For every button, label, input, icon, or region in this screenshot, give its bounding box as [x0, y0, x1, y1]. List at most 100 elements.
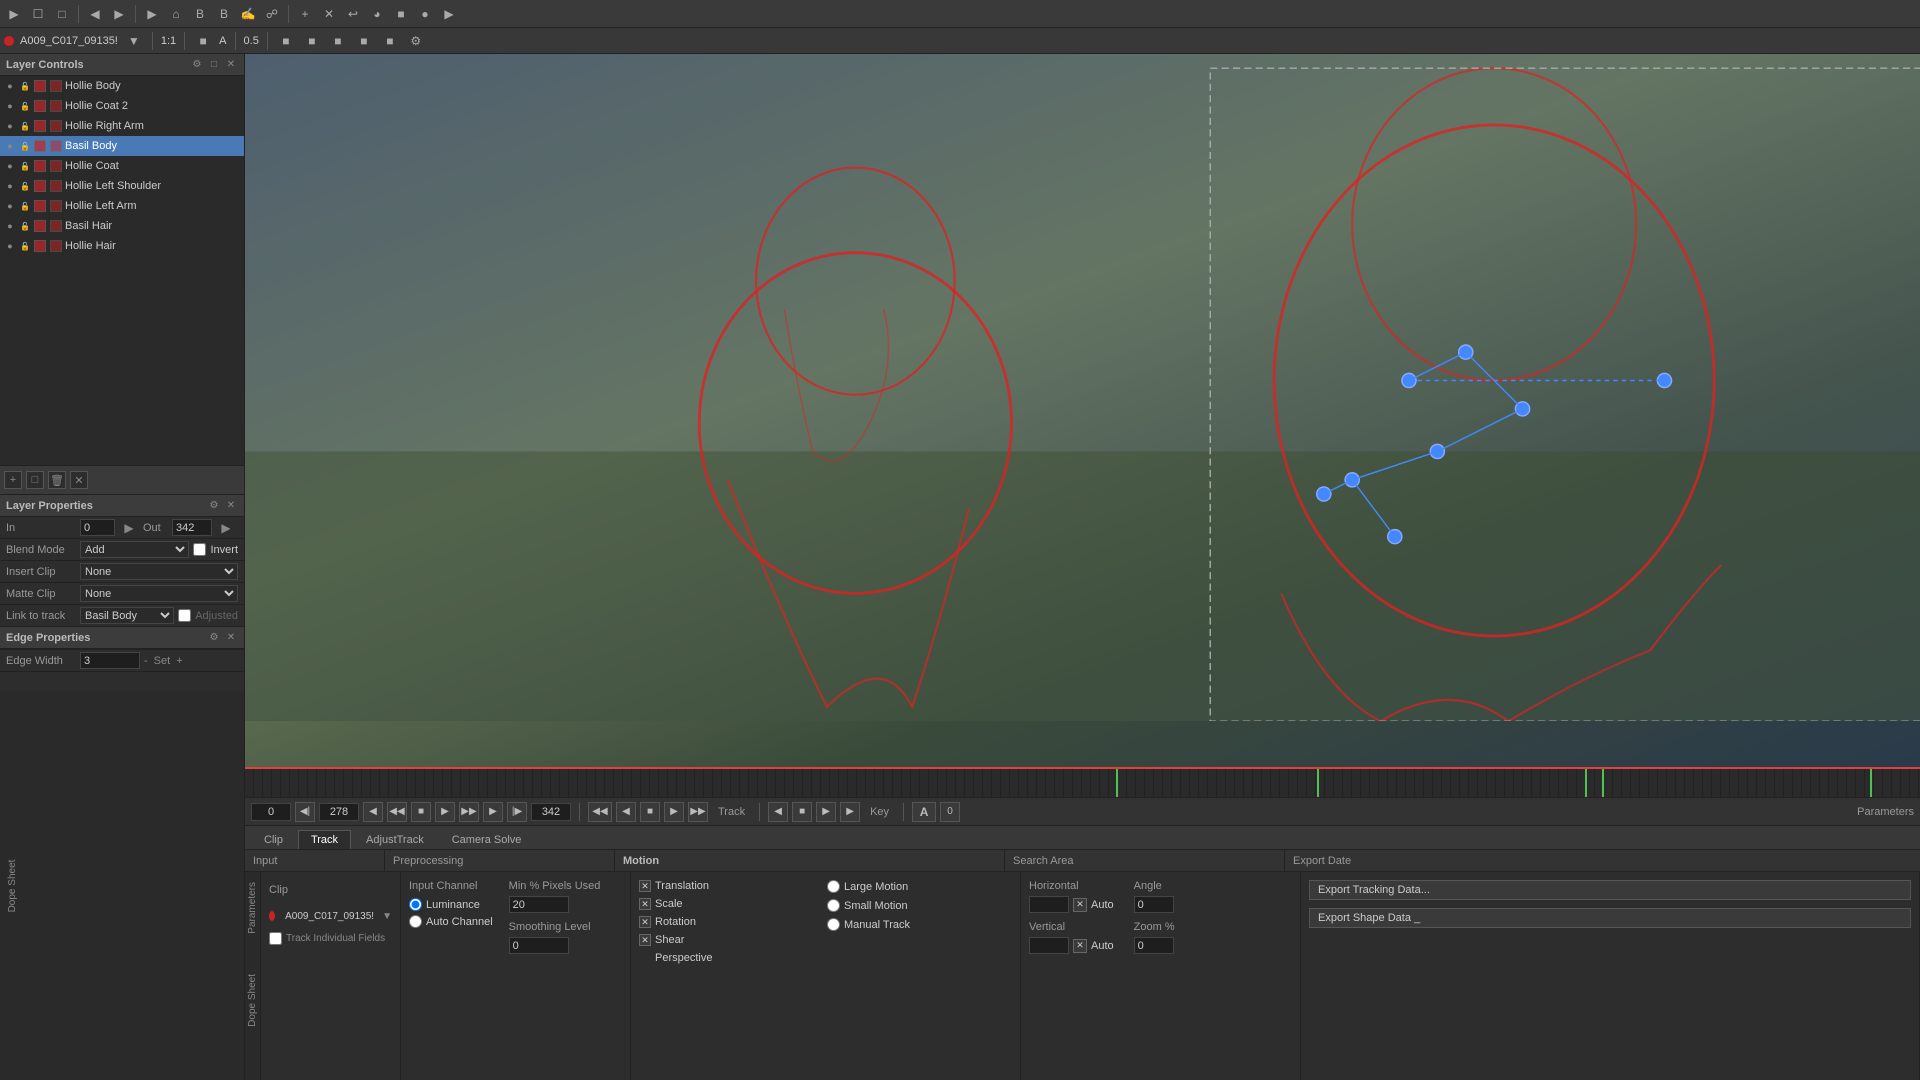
layer-visibility-icon[interactable]: ● [4, 240, 16, 252]
luminance-radio[interactable] [409, 898, 422, 911]
prop-out-input[interactable] [172, 519, 212, 536]
edge-width-minus[interactable]: - [144, 655, 148, 667]
layer-item[interactable]: ● 🔓 Basil Body [0, 136, 244, 156]
add-point-icon[interactable]: + [295, 4, 315, 24]
zoom-icon[interactable]: ☍ [262, 4, 282, 24]
layer-lock-icon[interactable]: 🔓 [19, 100, 31, 112]
cursor-icon[interactable]: ▶ [142, 4, 162, 24]
layer-visibility-icon[interactable]: ● [4, 140, 16, 152]
scale-checkbox[interactable]: ✕ [639, 898, 651, 910]
view-btn5[interactable]: ■ [380, 31, 400, 51]
auto-channel-radio[interactable] [409, 915, 422, 928]
clip-dropdown-btn[interactable]: ▼ [382, 911, 392, 922]
layer-visibility-icon[interactable]: ● [4, 80, 16, 92]
grid-icon[interactable]: ■ [391, 4, 411, 24]
key-fwd-btn[interactable]: ▶ [840, 802, 860, 822]
view-btn2[interactable]: ■ [302, 31, 322, 51]
nav-back-icon[interactable]: ◀ [85, 4, 105, 24]
view-btn4[interactable]: ■ [354, 31, 374, 51]
convert-point-icon[interactable]: ↩ [343, 4, 363, 24]
track-stop-btn[interactable]: ■ [640, 802, 660, 822]
color-icon[interactable]: ■ [193, 31, 213, 51]
prop-out-icon[interactable]: ▶ [216, 518, 236, 538]
tab-camera-solve[interactable]: Camera Solve [439, 830, 535, 849]
frame-num-btn[interactable]: 0 [940, 802, 960, 822]
layer-item[interactable]: ● 🔓 Hollie Hair [0, 236, 244, 256]
layer-lock-icon[interactable]: 🔓 [19, 180, 31, 192]
horizontal-auto-check[interactable]: ✕ [1073, 898, 1087, 912]
tab-track[interactable]: Track [298, 830, 351, 849]
prop-invert-check[interactable] [193, 543, 206, 556]
clip-dropdown-icon[interactable]: ▼ [124, 31, 144, 51]
layer-visibility-icon[interactable]: ● [4, 180, 16, 192]
edge-props-close[interactable]: ✕ [224, 631, 238, 645]
remove-point-icon[interactable]: ✕ [319, 4, 339, 24]
layer-item[interactable]: ● 🔓 Hollie Left Shoulder [0, 176, 244, 196]
smoothing-input[interactable] [509, 937, 569, 954]
frame-current-input[interactable] [319, 803, 359, 821]
layer-lock-icon[interactable]: 🔓 [19, 220, 31, 232]
edge-set-btn[interactable]: Set [154, 655, 171, 667]
layer-item[interactable]: ● 🔓 Hollie Coat [0, 156, 244, 176]
layer-props-close[interactable]: ✕ [224, 499, 238, 513]
prop-insert-select[interactable]: None [80, 563, 238, 580]
key-stop-btn[interactable]: ■ [792, 802, 812, 822]
prop-in-icon[interactable]: ▶ [119, 518, 139, 538]
tracker-icon[interactable]: ▶ [439, 4, 459, 24]
prop-matte-select[interactable]: None [80, 585, 238, 602]
delete-layer-icon[interactable]: 🗑 [48, 471, 66, 489]
view-btn3[interactable]: ■ [328, 31, 348, 51]
layer-visibility-icon[interactable]: ● [4, 160, 16, 172]
key-mode-btn[interactable]: A [912, 802, 936, 822]
prop-adjusted-check[interactable] [178, 609, 191, 622]
perspective-checkbox[interactable] [639, 952, 651, 964]
layer-item[interactable]: ● 🔓 Basil Hair [0, 216, 244, 236]
edge-width-input[interactable] [80, 652, 140, 669]
layer-item[interactable]: ● 🔓 Hollie Coat 2 [0, 96, 244, 116]
edge-plus-btn[interactable]: + [176, 655, 182, 667]
bspline2-icon[interactable]: B [214, 4, 234, 24]
bezier-icon[interactable]: ⌂ [166, 4, 186, 24]
play-fwd-btn[interactable]: ▶▶ [459, 802, 479, 822]
layer-lock-icon[interactable]: 🔓 [19, 160, 31, 172]
layer-lock-icon[interactable]: 🔓 [19, 120, 31, 132]
layer-item[interactable]: ● 🔓 Hollie Right Arm [0, 116, 244, 136]
viewport[interactable] [245, 54, 1920, 767]
expand-layer-icon[interactable]: ✕ [70, 471, 88, 489]
stop-btn[interactable]: ■ [411, 802, 431, 822]
tool3-icon[interactable]: □ [52, 4, 72, 24]
layer-controls-icon1[interactable]: ⚙ [190, 58, 204, 72]
angle-input[interactable] [1134, 896, 1174, 913]
layer-visibility-icon[interactable]: ● [4, 220, 16, 232]
layer-item[interactable]: ● 🔓 Hollie Body [0, 76, 244, 96]
edge-props-icon1[interactable]: ⚙ [207, 631, 221, 645]
play-back-btn[interactable]: ◀◀ [387, 802, 407, 822]
vertical-auto-check[interactable]: ✕ [1073, 939, 1087, 953]
view-btn1[interactable]: ■ [276, 31, 296, 51]
tab-clip[interactable]: Clip [251, 830, 296, 849]
settings-icon[interactable]: ⚙ [406, 31, 426, 51]
zoom-input[interactable] [1134, 937, 1174, 954]
track-prev-btn[interactable]: ◀ [616, 802, 636, 822]
select-tool-icon[interactable]: ▶ [4, 4, 24, 24]
layer-lock-icon[interactable]: 🔓 [19, 200, 31, 212]
prop-blend-select[interactable]: Add [80, 541, 189, 558]
small-motion-radio[interactable] [827, 899, 840, 912]
min-pixels-input[interactable] [509, 896, 569, 913]
timeline[interactable] [245, 767, 1920, 797]
track-fwd-btn[interactable]: ▶▶ [688, 802, 708, 822]
layer-controls-close[interactable]: ✕ [224, 58, 238, 72]
layer-props-icon1[interactable]: ⚙ [207, 499, 221, 513]
rotation-checkbox[interactable]: ✕ [639, 916, 651, 928]
play-btn[interactable]: ▶ [435, 802, 455, 822]
frame-in-input[interactable] [251, 803, 291, 821]
play-prev-btn[interactable]: ◀ [363, 802, 383, 822]
vertical-input[interactable] [1029, 937, 1069, 954]
horizontal-input[interactable] [1029, 896, 1069, 913]
large-motion-radio[interactable] [827, 880, 840, 893]
nav-forward-icon[interactable]: ▶ [109, 4, 129, 24]
manual-track-radio[interactable] [827, 918, 840, 931]
track-play-btn[interactable]: ▶ [664, 802, 684, 822]
new-layer-icon[interactable]: + [4, 471, 22, 489]
export-tracking-btn[interactable]: Export Tracking Data... [1309, 880, 1911, 900]
